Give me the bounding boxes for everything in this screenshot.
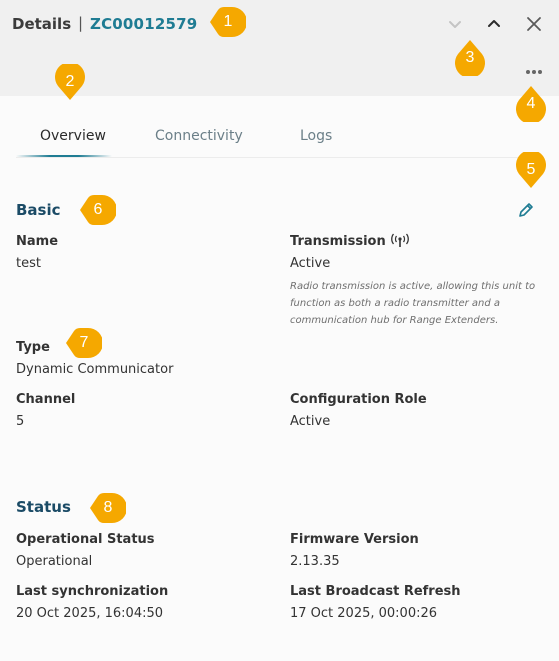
title-separator: | bbox=[78, 14, 84, 32]
operational-status-value: Operational bbox=[16, 554, 93, 569]
pencil-icon bbox=[519, 203, 533, 217]
configuration-role-label: Configuration Role bbox=[290, 392, 427, 407]
tab-connectivity[interactable]: Connectivity bbox=[155, 128, 243, 144]
last-broadcast-refresh-label: Last Broadcast Refresh bbox=[290, 584, 461, 599]
section-title-basic: Basic bbox=[16, 201, 61, 219]
last-broadcast-refresh-value: 17 Oct 2025, 00:00:26 bbox=[290, 606, 438, 621]
callout-marker: 8 bbox=[90, 490, 127, 526]
channel-label: Channel bbox=[16, 392, 76, 407]
callout-marker: 5 bbox=[513, 150, 549, 188]
section-title-status: Status bbox=[16, 498, 71, 516]
callout-marker: 3 bbox=[452, 40, 488, 78]
details-title: Details bbox=[12, 15, 72, 33]
chevron-up-icon bbox=[488, 20, 500, 27]
callout-marker: 7 bbox=[66, 325, 103, 361]
previous-button[interactable] bbox=[443, 12, 467, 36]
tab-logs[interactable]: Logs bbox=[300, 128, 332, 144]
chevron-down-icon bbox=[449, 21, 461, 28]
transmission-value: Active bbox=[290, 256, 331, 271]
tab-overview[interactable]: Overview bbox=[40, 128, 106, 144]
edit-button[interactable] bbox=[514, 198, 538, 222]
last-synchronization-label: Last synchronization bbox=[16, 584, 169, 599]
device-id: ZC00012579 bbox=[90, 15, 198, 33]
more-options-button[interactable] bbox=[522, 60, 546, 84]
radio-signal-icon bbox=[391, 233, 409, 247]
firmware-version-label: Firmware Version bbox=[290, 532, 419, 547]
name-value: test bbox=[16, 256, 41, 271]
last-synchronization-value: 20 Oct 2025, 16:04:50 bbox=[16, 606, 164, 621]
details-content bbox=[0, 96, 559, 661]
transmission-label: Transmission bbox=[290, 234, 386, 249]
transmission-note: Radio transmission is active, allowing t… bbox=[290, 281, 536, 326]
channel-value: 5 bbox=[16, 414, 25, 429]
callout-marker: 2 bbox=[52, 62, 88, 100]
name-label: Name bbox=[16, 234, 59, 249]
more-horizontal-icon bbox=[526, 70, 542, 74]
type-value: Dynamic Communicator bbox=[16, 362, 174, 377]
close-icon bbox=[527, 17, 541, 31]
type-label: Type bbox=[16, 340, 50, 355]
configuration-role-value: Active bbox=[290, 414, 331, 429]
active-tab-indicator bbox=[16, 155, 112, 157]
callout-marker: 4 bbox=[513, 86, 549, 124]
operational-status-label: Operational Status bbox=[16, 532, 155, 547]
callout-marker: 1 bbox=[210, 4, 247, 40]
next-button[interactable] bbox=[482, 12, 506, 36]
callout-marker: 6 bbox=[80, 192, 117, 228]
tabs-divider bbox=[16, 157, 544, 158]
close-button[interactable] bbox=[522, 12, 546, 36]
firmware-version-value: 2.13.35 bbox=[290, 554, 340, 569]
